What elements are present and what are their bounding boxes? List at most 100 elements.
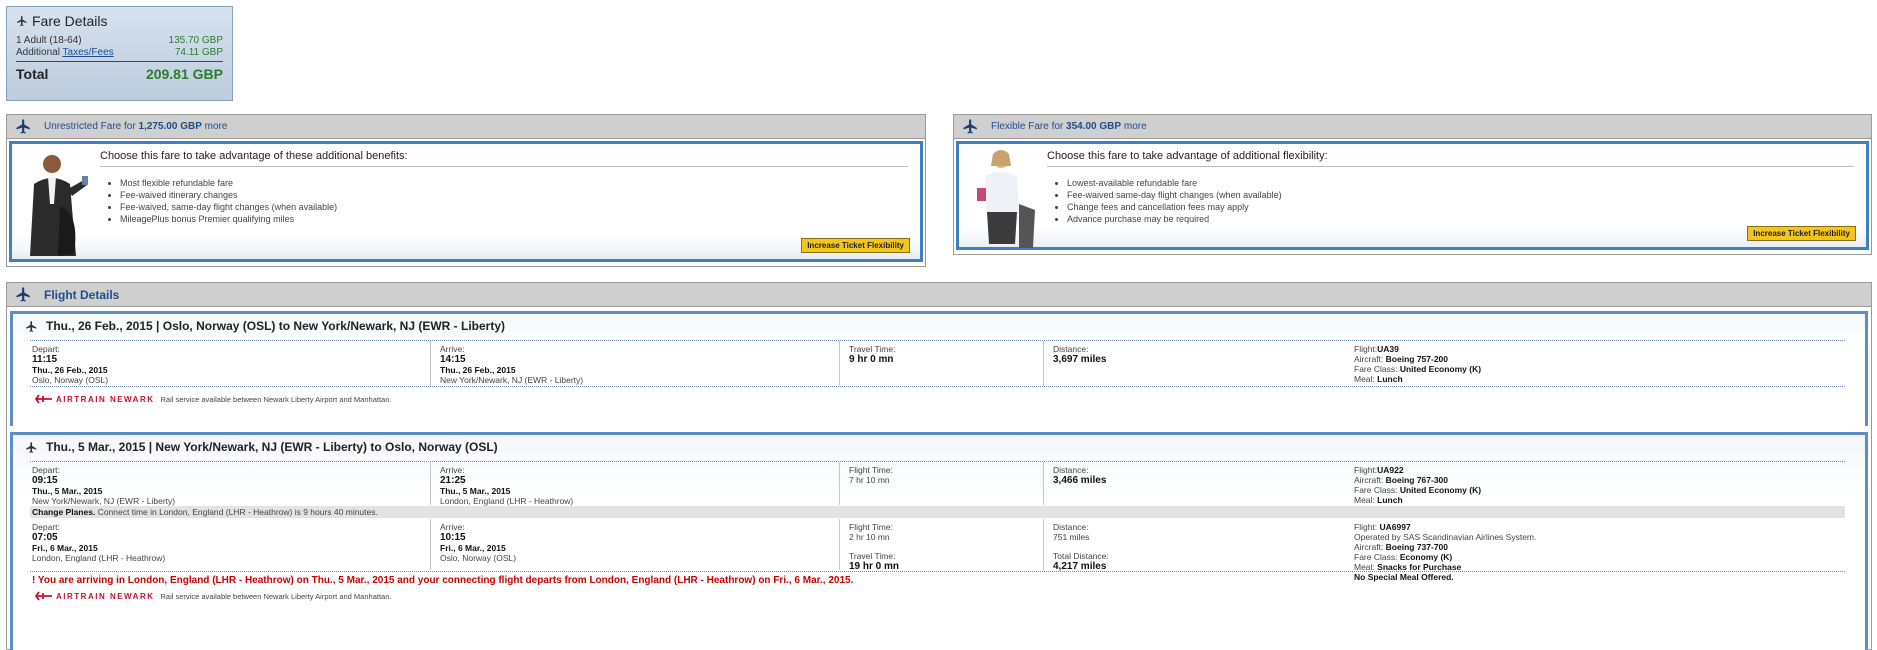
unrestricted-fare-suffix: more [204, 121, 228, 132]
meal-value: Lunch [1377, 374, 1403, 384]
depart-time: 11:15 [32, 354, 58, 365]
airtrain-logo: AIRTRAIN NEWARK [35, 590, 155, 602]
unrestricted-fare-prefix: Unrestricted Fare for [44, 121, 136, 132]
distance-value: 751 miles [1053, 532, 1090, 542]
airtrain-logo-text: AIRTRAIN NEWARK [56, 591, 155, 601]
total-amount: 209.81 GBP [145, 66, 223, 82]
distance-label: Distance: [1053, 344, 1089, 354]
fare-class-value: United Economy (K) [1399, 364, 1482, 374]
segment-title-text: Thu., 26 Feb., 2015 | Oslo, Norway (OSL)… [46, 319, 506, 333]
list-item: Most flexible refundable fare [120, 178, 337, 188]
arrive-date: Fri., 6 Mar., 2015 [440, 543, 506, 553]
aircraft-label: Aircraft: [1354, 354, 1384, 364]
divider [1043, 519, 1044, 570]
airtrain-info: AIRTRAIN NEWARK Rail service available b… [35, 590, 391, 602]
meal-note: No Special Meal Offered. [1354, 572, 1454, 582]
unrestricted-fare-heading: Unrestricted Fare for 1,275.00 GBP more [40, 121, 227, 132]
distance-label: Distance: [1053, 465, 1089, 475]
depart-label: Depart: [32, 522, 60, 532]
depart-info: Depart: 11:15 Thu., 26 Feb., 2015 Oslo, … [32, 344, 108, 385]
aircraft-label: Aircraft: [1354, 542, 1384, 552]
travel-time-label: Travel Time: [849, 344, 896, 354]
meal-value: Lunch [1377, 495, 1403, 505]
increase-ticket-flexibility-button[interactable]: Increase Ticket Flexibility [1747, 226, 1856, 241]
depart-label: Depart: [32, 344, 60, 354]
aircraft-label: Aircraft: [1354, 475, 1384, 485]
flight-segment-outbound: Thu., 26 Feb., 2015 | Oslo, Norway (OSL)… [10, 311, 1868, 426]
divider [30, 340, 1845, 341]
flight-number: UA39 [1377, 344, 1399, 354]
flexible-fare-suffix: more [1123, 121, 1147, 132]
depart-time: 09:15 [32, 475, 58, 486]
taxes-fees-link[interactable]: Taxes/Fees [63, 47, 114, 58]
fare-class-value: United Economy (K) [1399, 485, 1482, 495]
divider [430, 341, 431, 386]
airplane-icon [26, 320, 37, 332]
depart-info: Depart: 07:05 Fri., 6 Mar., 2015 London,… [32, 522, 165, 563]
businessman-image [30, 155, 88, 256]
divider [1043, 462, 1044, 505]
list-item: Fee-waived, same-day flight changes (whe… [120, 202, 337, 212]
fare-class-value: Economy (K) [1399, 552, 1453, 562]
divider [30, 386, 1845, 387]
airplane-icon [17, 16, 27, 26]
depart-date: Fri., 6 Mar., 2015 [32, 543, 98, 553]
depart-date: Thu., 5 Mar., 2015 [32, 486, 103, 496]
flexible-fare-prefix: Flexible Fare for [991, 121, 1064, 132]
operated-by: Operated by SAS Scandinavian Airlines Sy… [1354, 532, 1537, 542]
additional-label: Additional [16, 47, 60, 58]
list-item: MileagePlus bonus Premier qualifying mil… [120, 214, 337, 224]
list-item: Fee-waived same-day flight changes (when… [1067, 190, 1282, 200]
arrive-place: Oslo, Norway (OSL) [440, 553, 517, 563]
arrive-place: New York/Newark, NJ (EWR - Liberty) [440, 375, 584, 385]
airtrain-note: Rail service available between Newark Li… [160, 591, 392, 601]
list-item: Advance purchase may be required [1067, 214, 1282, 224]
fare-class-label: Fare Class: [1354, 485, 1398, 495]
taxes-label: Additional Taxes/Fees [16, 47, 114, 58]
distance-info: Distance: 3,466 miles [1053, 465, 1106, 486]
flight-label: Flight: [1354, 465, 1378, 475]
divider [430, 519, 431, 570]
flight-label: Flight: [1354, 522, 1378, 532]
arrive-time: 21:25 [440, 475, 466, 486]
distance-value: 3,466 miles [1053, 475, 1107, 486]
arrive-info: Arrive: 10:15 Fri., 6 Mar., 2015 Oslo, N… [440, 522, 516, 563]
adult-fare-label: 1 Adult (18-64) [16, 35, 82, 46]
unrestricted-benefits-list: Most flexible refundable fare Fee-waived… [120, 178, 337, 226]
unrestricted-fare-amount: 1,275.00 GBP [138, 121, 202, 132]
flight-time-info: Flight Time: 2 hr 10 mn Travel Time: 19 … [849, 522, 899, 572]
divider [1043, 341, 1044, 386]
flight-label: Flight: [1354, 344, 1378, 354]
fare-class-label: Fare Class: [1354, 552, 1398, 562]
fare-class-label: Fare Class: [1354, 364, 1398, 374]
flight-time-info: Flight Time: 7 hr 10 mn [849, 465, 893, 485]
segment-title: Thu., 26 Feb., 2015 | Oslo, Norway (OSL)… [25, 319, 505, 333]
arrive-place: London, England (LHR - Heathrow) [440, 496, 574, 506]
total-label: Total [16, 66, 49, 82]
flight-info: Flight:UA39 Aircraft: Boeing 757-200 Far… [1354, 344, 1481, 384]
arrive-time: 10:15 [440, 532, 466, 543]
airplane-icon [7, 115, 40, 139]
arrive-info: Arrive: 21:25 Thu., 5 Mar., 2015 London,… [440, 465, 573, 506]
flight-time-value: 2 hr 10 mn [849, 532, 890, 542]
flight-time-label: Flight Time: [849, 522, 893, 532]
airtrain-info: AIRTRAIN NEWARK Rail service available b… [35, 393, 391, 405]
flexible-benefits-list: Lowest-available refundable fare Fee-wai… [1067, 178, 1282, 226]
fare-details-box: Fare Details 1 Adult (18-64) 135.70 GBP … [6, 6, 233, 101]
flight-info: Flight: UA6997 Operated by SAS Scandinav… [1354, 522, 1536, 582]
list-item: Change fees and cancellation fees may ap… [1067, 202, 1282, 212]
arrive-date: Thu., 5 Mar., 2015 [440, 486, 511, 496]
arrive-label: Arrive: [440, 465, 465, 475]
divider [839, 462, 840, 505]
divider [839, 341, 840, 386]
arrive-info: Arrive: 14:15 Thu., 26 Feb., 2015 New Yo… [440, 344, 583, 385]
distance-info: Distance: 751 miles Total Distance: 4,21… [1053, 522, 1109, 572]
change-planes-label: Change Planes. [32, 507, 96, 517]
flight-time-value: 7 hr 10 mn [849, 475, 890, 485]
flexible-fare-panel: Flexible Fare for 354.00 GBP more Choose… [953, 114, 1872, 255]
increase-ticket-flexibility-button[interactable]: Increase Ticket Flexibility [801, 238, 910, 253]
adult-fare-amount: 135.70 GBP [168, 35, 223, 46]
fare-details-title: Fare Details [16, 13, 223, 29]
flexible-fare-body: Choose this fare to take advantage of ad… [956, 141, 1869, 250]
list-item: Fee-waived itinerary changes [120, 190, 337, 200]
